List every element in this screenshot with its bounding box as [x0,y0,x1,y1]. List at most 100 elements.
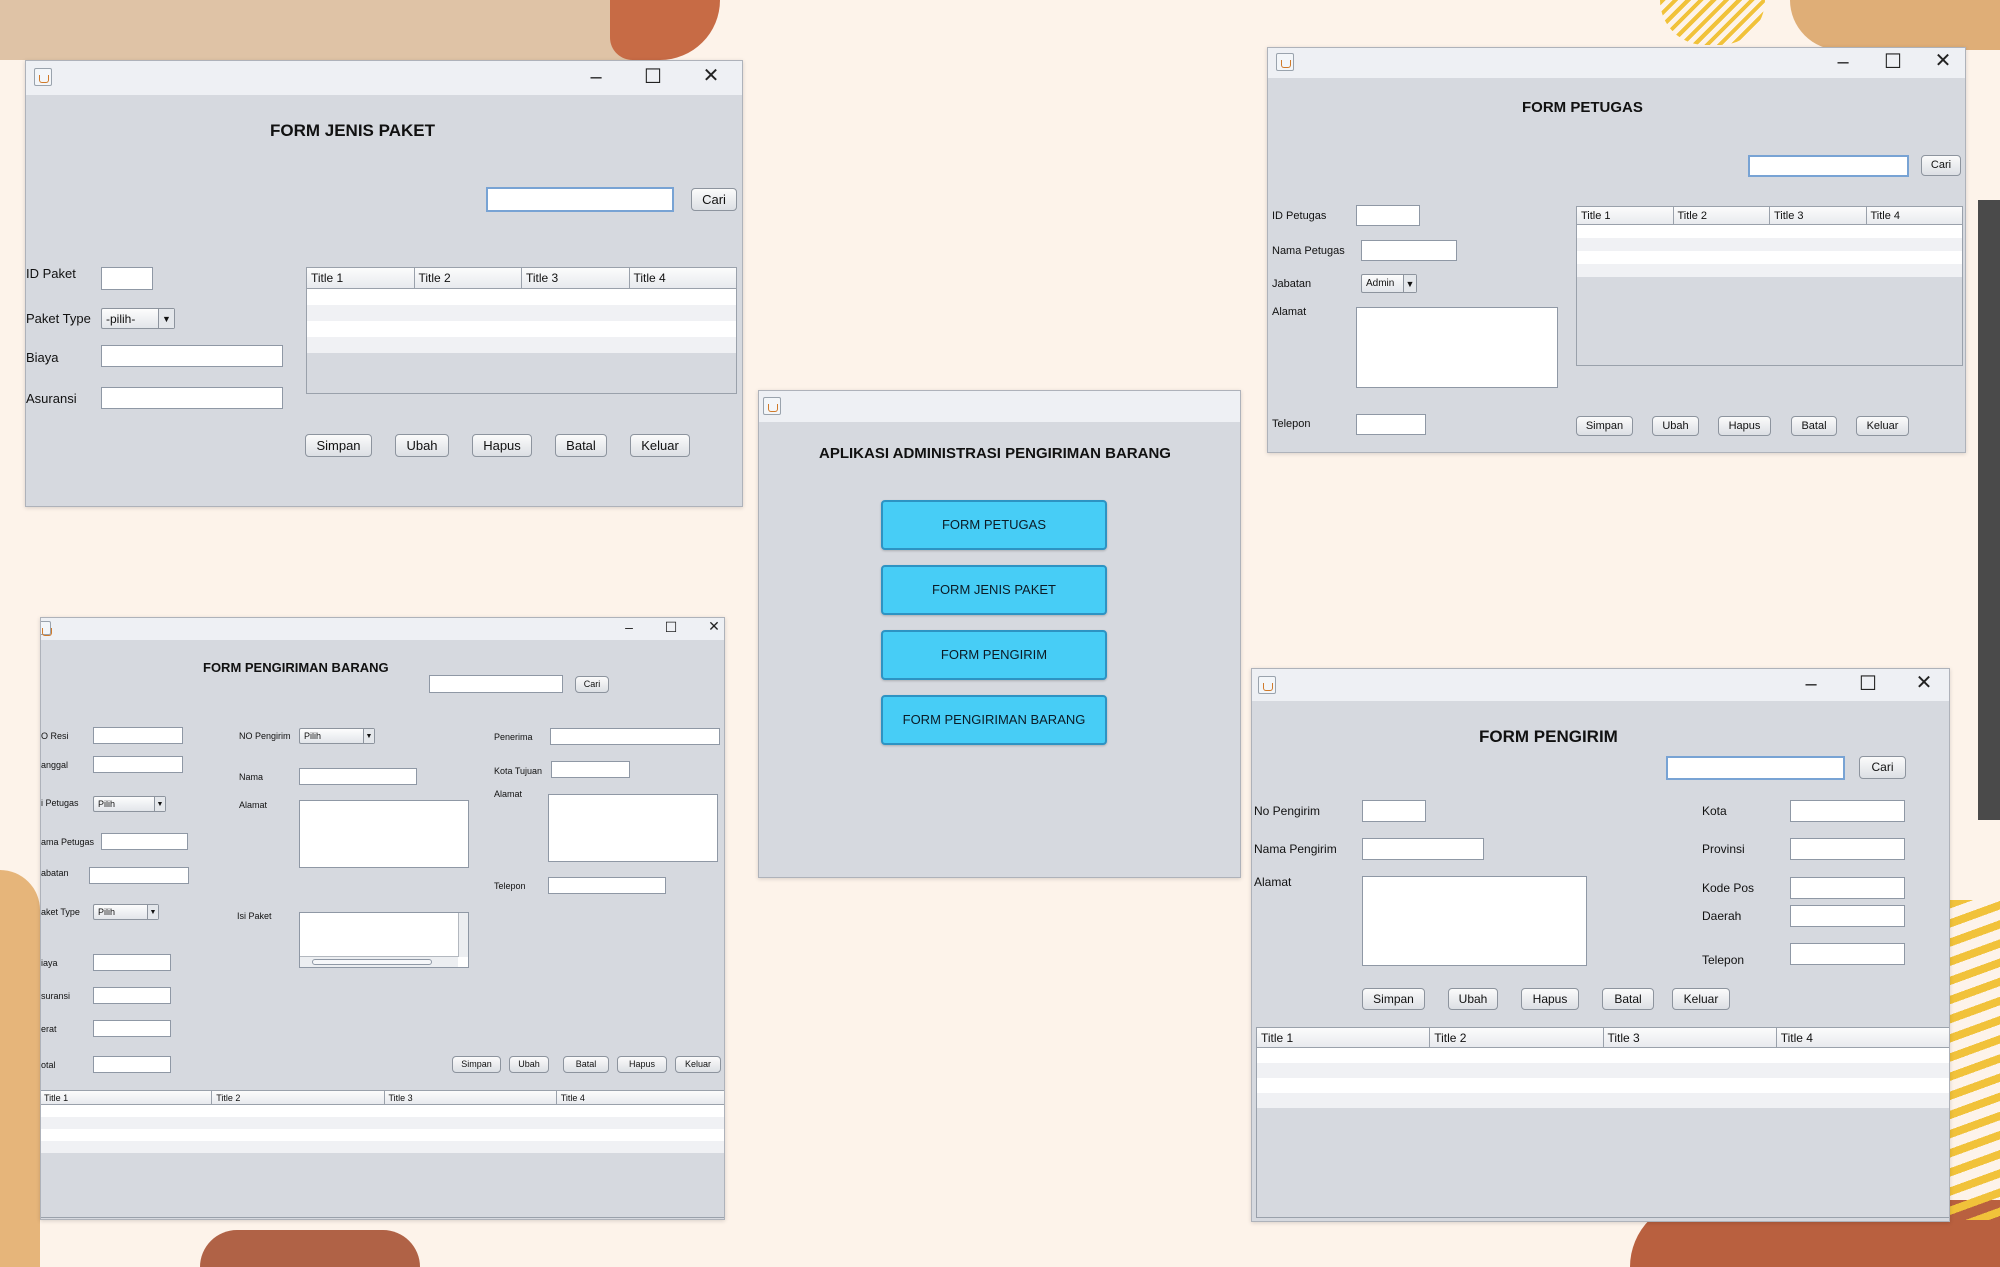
no-pengirim-field[interactable] [1362,800,1426,822]
table-row[interactable] [1577,225,1962,238]
search-input[interactable] [1666,756,1845,780]
table-row[interactable] [1577,264,1962,277]
kode-pos-field[interactable] [1790,877,1905,899]
table-row[interactable] [41,1141,724,1153]
table-column-header[interactable]: Title 3 [1604,1028,1777,1047]
biaya-field[interactable] [93,954,171,971]
biaya-field[interactable] [101,345,283,367]
telepon-field[interactable] [1356,414,1426,435]
table-row[interactable] [41,1129,724,1141]
table-column-header[interactable]: Title 2 [1430,1028,1604,1047]
table-row[interactable] [41,1105,724,1117]
ubah-button[interactable]: Ubah [395,434,449,457]
minimize-icon[interactable]: – [586,67,606,87]
data-table[interactable]: Title 1 Title 2 Title 3 Title 4 [306,267,737,394]
menu-button-form-pengirim[interactable]: FORM PENGIRIM [881,630,1107,680]
table-row[interactable] [41,1117,724,1129]
search-button[interactable]: Cari [691,188,737,211]
id-paket-field[interactable] [101,267,153,290]
batal-button[interactable]: Batal [563,1056,609,1073]
maximize-icon[interactable]: ☐ [663,620,679,634]
jabatan-select[interactable]: Admin ▼ [1361,274,1417,293]
no-pengirim-select[interactable]: Pilih ▼ [299,728,375,744]
paket-type-select[interactable]: Pilih ▼ [93,904,159,920]
no-resi-field[interactable] [93,727,183,744]
title-bar[interactable]: – ☐ ✕ [1252,669,1949,701]
table-column-header[interactable]: Title 4 [1867,207,1963,224]
maximize-icon[interactable]: ☐ [1883,52,1903,72]
table-row[interactable] [1257,1048,1949,1063]
alamat-penerima-textarea[interactable] [548,794,718,862]
table-row[interactable] [1257,1063,1949,1078]
table-column-header[interactable]: Title 2 [1674,207,1770,224]
alamat-textarea[interactable] [1356,307,1558,388]
table-row[interactable] [307,305,736,321]
search-button[interactable]: Cari [1921,155,1961,176]
batal-button[interactable]: Batal [555,434,607,457]
close-icon[interactable]: ✕ [1933,51,1953,71]
kota-field[interactable] [1790,800,1905,822]
alamat-textarea[interactable] [1362,876,1587,966]
hapus-button[interactable]: Hapus [472,434,532,457]
search-input[interactable] [486,187,674,212]
keluar-button[interactable]: Keluar [675,1056,721,1073]
table-column-header[interactable]: Title 1 [1577,207,1674,224]
maximize-icon[interactable]: ☐ [643,67,663,87]
nama-petugas-field[interactable] [1361,240,1457,261]
simpan-button[interactable]: Simpan [1362,988,1425,1010]
simpan-button[interactable]: Simpan [452,1056,501,1073]
data-table[interactable]: Title 1 Title 2 Title 3 Title 4 [41,1090,724,1218]
title-bar[interactable]: – ☐ ✕ [26,61,742,95]
simpan-button[interactable]: Simpan [305,434,372,457]
horizontal-scrollbar[interactable] [300,956,458,967]
table-row[interactable] [1577,251,1962,264]
title-bar[interactable] [759,391,1240,422]
hapus-button[interactable]: Hapus [617,1056,667,1073]
simpan-button[interactable]: Simpan [1576,416,1633,436]
alamat-pengirim-textarea[interactable] [299,800,469,868]
data-table[interactable]: Title 1 Title 2 Title 3 Title 4 [1576,206,1963,366]
search-input[interactable] [1748,155,1909,177]
penerima-field[interactable] [550,728,720,745]
table-column-header[interactable]: Title 1 [41,1091,213,1104]
daerah-field[interactable] [1790,905,1905,927]
table-column-header[interactable]: Title 1 [307,268,415,288]
keluar-button[interactable]: Keluar [1672,988,1730,1010]
minimize-icon[interactable]: – [621,620,637,634]
menu-button-form-pengiriman-barang[interactable]: FORM PENGIRIMAN BARANG [881,695,1107,745]
data-table[interactable]: Title 1 Title 2 Title 3 Title 4 [1256,1027,1949,1218]
search-button[interactable]: Cari [1859,756,1906,779]
minimize-icon[interactable]: – [1833,52,1853,72]
table-row[interactable] [1577,238,1962,251]
search-button[interactable]: Cari [575,676,609,693]
telepon-field[interactable] [1790,943,1905,965]
table-column-header[interactable]: Title 3 [1770,207,1867,224]
table-row[interactable] [307,321,736,337]
hapus-button[interactable]: Hapus [1521,988,1579,1010]
nama-petugas-field[interactable] [101,833,188,850]
table-column-header[interactable]: Title 4 [630,268,737,288]
id-petugas-select[interactable]: Pilih ▼ [93,796,166,812]
ubah-button[interactable]: Ubah [1448,988,1498,1010]
scrollbar-thumb[interactable] [312,959,432,965]
ubah-button[interactable]: Ubah [1652,416,1699,436]
total-field[interactable] [93,1056,171,1073]
close-icon[interactable]: ✕ [701,66,721,86]
id-petugas-field[interactable] [1356,205,1420,226]
nama-pengirim-field[interactable] [1362,838,1484,860]
menu-button-form-petugas[interactable]: FORM PETUGAS [881,500,1107,550]
table-row[interactable] [307,289,736,305]
jabatan-field[interactable] [89,867,189,884]
minimize-icon[interactable]: – [1801,674,1821,694]
provinsi-field[interactable] [1790,838,1905,860]
asuransi-field[interactable] [93,987,171,1004]
vertical-scrollbar[interactable] [458,913,468,957]
table-column-header[interactable]: Title 3 [522,268,630,288]
asuransi-field[interactable] [101,387,283,409]
paket-type-select[interactable]: -pilih- ▼ [101,308,175,329]
title-bar[interactable]: – ☐ ✕ [1268,48,1965,78]
search-input[interactable] [429,675,563,693]
hapus-button[interactable]: Hapus [1718,416,1771,436]
table-column-header[interactable]: Title 3 [385,1091,557,1104]
ubah-button[interactable]: Ubah [509,1056,549,1073]
